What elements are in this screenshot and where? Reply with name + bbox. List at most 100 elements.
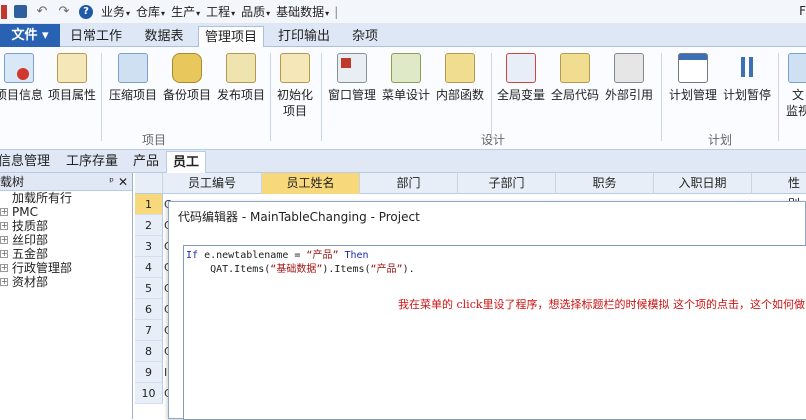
init-project-button[interactable]: 初始化 项目 (273, 51, 317, 121)
close-icon[interactable]: ✕ (118, 173, 128, 191)
backup-project-button[interactable]: 备份项目 (160, 51, 214, 121)
redo-button[interactable]: ↷ (55, 3, 73, 21)
init-document-icon (280, 53, 310, 83)
tab-print-output[interactable]: 打印输出 (272, 26, 336, 47)
tab-manage-project[interactable]: 管理项目 (198, 26, 264, 48)
compress-project-button[interactable]: 压缩项目 (106, 51, 160, 121)
tab-datasheet[interactable]: 数据表 (136, 26, 192, 47)
tree-node[interactable]: + 丝印部 (0, 233, 132, 247)
plan-pause-button[interactable]: 计划暂停 (720, 51, 774, 121)
row-header[interactable]: 8 (135, 341, 163, 362)
global-var-button[interactable]: 全局变量 (494, 51, 548, 121)
external-ref-button[interactable]: 外部引用 (602, 51, 656, 121)
global-code-icon (560, 53, 590, 83)
column-header[interactable]: 职务 (556, 173, 654, 194)
tab-daily-work[interactable]: 日常工作 (63, 26, 129, 47)
books-icon (614, 53, 644, 83)
window-mgmt-button[interactable]: 窗口管理 (326, 51, 378, 121)
column-header[interactable]: 部门 (360, 173, 458, 194)
expand-icon[interactable]: + (0, 250, 8, 258)
row-header[interactable]: 7 (135, 320, 163, 341)
ribbon-tab-bar: 文件 ▾ 日常工作 数据表 管理项目 打印输出 杂项 (0, 24, 806, 48)
row-header[interactable]: 4 (135, 257, 163, 278)
expand-icon[interactable]: + (0, 236, 8, 244)
menu-warehouse[interactable]: 仓库▾ (136, 3, 165, 20)
plan-mgmt-button[interactable]: 计划管理 (666, 51, 720, 121)
tree-node[interactable]: + 技质部 (0, 219, 132, 233)
tab-misc[interactable]: 杂项 (345, 26, 385, 47)
column-header[interactable]: 员工编号 (163, 173, 262, 194)
menu-basic-data[interactable]: 基础数据▾ (276, 3, 329, 20)
document-tab-bar: 信息管理 工序存量 产品 员工 (0, 150, 806, 173)
pin-icon[interactable]: ᵖ (109, 173, 114, 191)
column-header[interactable]: 性别 (752, 173, 806, 211)
publish-project-button[interactable]: 发布项目 (214, 51, 268, 121)
function-icon (445, 53, 475, 83)
project-info-button[interactable]: 项目信息 (0, 51, 44, 121)
menu-production[interactable]: 生产▾ (171, 3, 200, 20)
tree-panel: 载树 ᵖ ✕ 加载所有行 + PMC + 技质部 + 丝印部 + 五金部 + 行政管理部 … (0, 173, 133, 419)
chevron-down-icon: ▾ (196, 9, 201, 18)
grid-corner[interactable] (135, 173, 163, 194)
toolbar-divider: | (334, 4, 339, 19)
expand-icon[interactable]: + (0, 278, 8, 286)
save-button[interactable] (11, 3, 29, 21)
pause-icon (732, 53, 762, 83)
chevron-down-icon: ▾ (266, 9, 271, 18)
column-header-selected[interactable]: 员工姓名 (262, 173, 360, 194)
group-divider (321, 53, 322, 141)
tree-node[interactable]: + 行政管理部 (0, 261, 132, 275)
title-fragment: F (799, 4, 806, 18)
row-header[interactable]: 9 (135, 362, 163, 383)
code-line: If e.newtablename = “产品” Then (186, 250, 369, 261)
row-header[interactable]: 10 (135, 383, 163, 404)
help-button[interactable]: ? (77, 3, 95, 21)
doc-tab-product[interactable]: 产品 (133, 153, 159, 171)
project-props-button[interactable]: 项目属性 (46, 51, 98, 121)
doc-tab-process-stock[interactable]: 工序存量 (66, 153, 118, 171)
window-icon (337, 53, 367, 83)
document-props-icon (57, 53, 87, 83)
internal-func-button[interactable]: 内部函数 (434, 51, 486, 121)
save-icon (13, 5, 27, 18)
tree-panel-header: 载树 ᵖ ✕ (0, 173, 132, 191)
column-header[interactable]: 子部门 (458, 173, 556, 194)
quick-access-toolbar: ↶ ↷ ? 业务▾ 仓库▾ 生产▾ 工程▾ 品质▾ 基础数据▾ | F (0, 0, 806, 24)
row-header[interactable]: 2 (135, 215, 163, 236)
row-header[interactable]: 6 (135, 299, 163, 320)
menu-quality[interactable]: 品质▾ (241, 3, 270, 20)
undo-icon: ↶ (36, 4, 48, 19)
app-logo-icon (1, 4, 7, 19)
calendar-clock-icon (678, 53, 708, 83)
group-label-plan: 计划 (708, 133, 733, 147)
expand-icon[interactable]: + (0, 222, 8, 230)
tree-node[interactable]: 加载所有行 (0, 191, 132, 205)
tree-node[interactable]: + 资材部 (0, 275, 132, 289)
group-label-project: 项目 (142, 133, 167, 147)
column-header[interactable]: 入职日期 (654, 173, 752, 194)
code-editor-dialog: 代码编辑器 - MainTableChanging - Project If e… (168, 201, 806, 420)
code-editor[interactable]: If e.newtablename = “产品” Then QAT.Items(… (183, 245, 806, 420)
menu-design-icon (391, 53, 421, 83)
row-header[interactable]: 1 (135, 194, 163, 215)
group-divider (491, 53, 492, 141)
code-line: QAT.Items(“基础数据”).Items(“产品”). (186, 264, 415, 275)
undo-button[interactable]: ↶ (33, 3, 51, 21)
expand-icon[interactable]: + (0, 208, 8, 216)
doc-tab-info-mgmt[interactable]: 信息管理 (0, 153, 50, 171)
menu-design-button[interactable]: 菜单设计 (380, 51, 432, 121)
file-menu-button[interactable]: 文件 ▾ (0, 24, 60, 47)
group-label-design: 设计 (481, 133, 506, 147)
chevron-down-icon: ▾ (126, 9, 131, 18)
doc-tab-employee[interactable]: 员工 (166, 151, 207, 173)
menu-business[interactable]: 业务▾ (101, 3, 130, 20)
row-header[interactable]: 5 (135, 278, 163, 299)
global-code-button[interactable]: 全局代码 (548, 51, 602, 121)
menu-engineering[interactable]: 工程▾ (206, 3, 235, 20)
expand-icon[interactable]: + (0, 264, 8, 272)
doc-monitor-button[interactable]: 文 监视 (782, 51, 806, 121)
annotation-note: 我在菜单的 click里设了程序，想选择标题栏的时候模拟 这个项的点击，这个如何… (398, 298, 806, 311)
row-header[interactable]: 3 (135, 236, 163, 257)
tree-node[interactable]: + PMC (0, 205, 132, 219)
tree-node[interactable]: + 五金部 (0, 247, 132, 261)
